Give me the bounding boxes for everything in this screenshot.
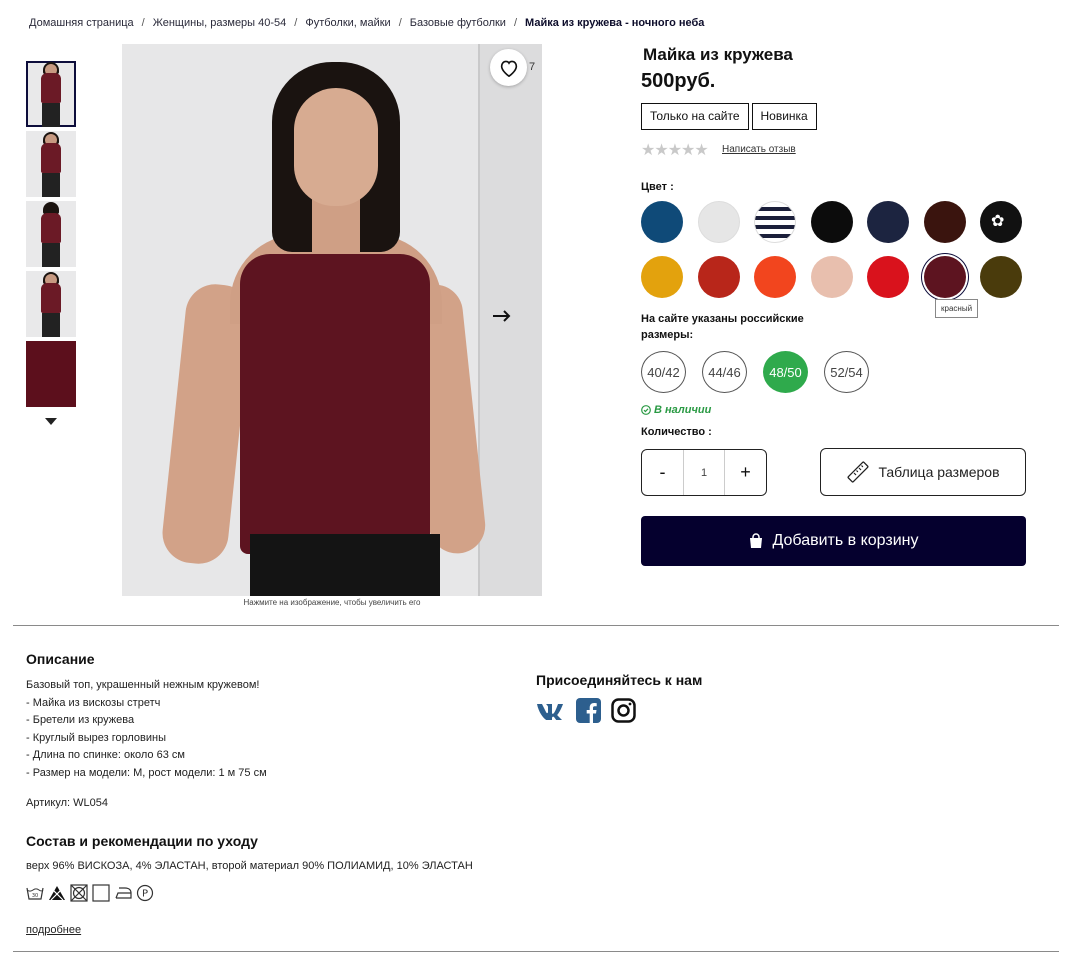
care-icons: 30 P <box>26 884 154 902</box>
favorite-count: 7 <box>529 61 536 73</box>
description-title: Описание <box>26 651 95 667</box>
add-to-cart-button[interactable]: Добавить в корзину <box>641 516 1026 566</box>
thumbnail-back[interactable] <box>26 201 76 267</box>
description-text: Базовый топ, украшенный нежным кружевом!… <box>26 677 267 782</box>
size-note: На сайте указаны российские размеры: <box>641 313 804 341</box>
shopping-bag-icon <box>750 533 763 548</box>
thumbnail-side[interactable] <box>26 131 76 197</box>
thumbnail-arm-raised[interactable] <box>26 271 76 337</box>
description-line: - Бретели из кружева <box>26 714 135 726</box>
product-price: 500руб. <box>641 70 716 92</box>
size-table-button[interactable]: Таблица размеров <box>820 448 1026 496</box>
color-swatch[interactable] <box>867 201 909 243</box>
thumbnail-front[interactable] <box>26 61 76 127</box>
color-swatch[interactable] <box>980 201 1022 243</box>
color-swatch[interactable] <box>810 201 853 243</box>
color-tooltip: красный <box>935 299 979 318</box>
thumbnails-down-arrow-icon[interactable] <box>45 418 57 425</box>
quantity-increase-button[interactable]: + <box>725 450 766 495</box>
ruler-icon <box>847 461 869 483</box>
svg-text:30: 30 <box>32 893 38 899</box>
description-line: - Размер на модели: M, рост модели: 1 м … <box>26 766 267 779</box>
badge-online-only: Только на сайте <box>641 103 749 130</box>
more-details-link[interactable]: подробнее <box>26 924 81 936</box>
stock-status: В наличии <box>641 404 711 416</box>
breadcrumb-tshirts[interactable]: Футболки, майки <box>305 17 390 29</box>
description-line: - Круглый вырез горловины <box>26 731 167 744</box>
breadcrumb-home[interactable]: Домашняя страница <box>29 17 134 29</box>
quantity-stepper: - 1 + <box>641 449 767 496</box>
no-tumble-dry-icon <box>70 884 88 902</box>
iron-low-icon <box>114 884 132 902</box>
color-swatch[interactable] <box>754 256 796 298</box>
description-line: - Длина по спинке: около 63 см <box>26 749 185 761</box>
color-label: Цвет : <box>641 181 674 193</box>
breadcrumb: Домашняя страница / Женщины, размеры 40-54… <box>29 17 704 29</box>
breadcrumb-separator: / <box>294 17 298 29</box>
color-swatch[interactable] <box>923 256 966 298</box>
product-main-image[interactable] <box>122 44 542 596</box>
favorite-button[interactable] <box>490 49 527 86</box>
color-swatch[interactable] <box>867 256 909 298</box>
product-badges: Только на сайте Новинка <box>641 103 817 130</box>
dry-clean-p-icon: P <box>136 884 154 902</box>
divider <box>13 951 1059 952</box>
color-swatch[interactable] <box>697 256 740 298</box>
breadcrumb-separator: / <box>398 17 402 29</box>
description-line: - Майка из вискозы стретч <box>26 696 161 709</box>
color-swatch[interactable] <box>923 201 966 243</box>
dry-flat-icon <box>92 884 110 902</box>
quantity-input[interactable]: 1 <box>683 450 725 495</box>
description-line: Базовый топ, украшенный нежным кружевом! <box>26 679 260 691</box>
color-swatch[interactable] <box>641 201 683 243</box>
thumbnail-list <box>26 61 76 411</box>
social-links <box>536 698 636 723</box>
vk-icon[interactable] <box>536 702 566 720</box>
instagram-icon[interactable] <box>611 698 636 723</box>
write-review-link[interactable]: Написать отзыв <box>722 144 796 155</box>
divider <box>13 625 1059 626</box>
facebook-icon[interactable] <box>576 698 601 723</box>
breadcrumb-separator: / <box>141 17 145 29</box>
rating-stars: ★★★★★ <box>641 142 709 159</box>
size-option[interactable]: 48/50 <box>763 351 808 393</box>
composition-text: верх 96% ВИСКОЗА, 4% ЭЛАСТАН, второй мат… <box>26 860 473 872</box>
quantity-decrease-button[interactable]: - <box>642 450 683 495</box>
color-swatch[interactable] <box>980 256 1022 298</box>
thumbnail-fabric[interactable] <box>26 341 76 407</box>
quantity-label: Количество : <box>641 426 712 438</box>
add-to-cart-label: Добавить в корзину <box>772 532 919 549</box>
breadcrumb-women[interactable]: Женщины, размеры 40-54 <box>153 17 287 29</box>
breadcrumb-current: Майка из кружева - ночного неба <box>525 17 705 29</box>
product-title: Майка из кружева <box>643 45 793 64</box>
heart-icon <box>500 60 517 77</box>
breadcrumb-separator: / <box>513 17 518 29</box>
svg-text:P: P <box>142 889 148 900</box>
social-title: Присоединяйтесь к нам <box>536 672 703 688</box>
size-table-label: Таблица размеров <box>878 464 1000 480</box>
no-bleach-icon <box>48 884 66 902</box>
color-swatch[interactable] <box>810 256 853 298</box>
color-swatch[interactable] <box>697 201 740 243</box>
breadcrumb-basic-tshirts[interactable]: Базовые футболки <box>410 17 506 29</box>
size-option[interactable]: 40/42 <box>641 351 686 393</box>
size-option[interactable]: 44/46 <box>702 351 747 393</box>
composition-title: Состав и рекомендации по уходу <box>26 833 258 849</box>
stock-text: В наличии <box>654 404 712 416</box>
wash-30-icon: 30 <box>26 884 44 902</box>
color-swatch[interactable] <box>754 201 796 243</box>
product-sku: Артикул: WL054 <box>26 797 108 809</box>
color-swatch[interactable] <box>641 256 683 298</box>
size-option[interactable]: 52/54 <box>824 351 869 393</box>
next-image-arrow-icon[interactable] <box>492 308 512 324</box>
zoom-hint: Нажмите на изображение, чтобы увеличить … <box>243 598 421 607</box>
badge-new: Новинка <box>751 103 817 130</box>
check-circle-icon <box>641 405 651 415</box>
